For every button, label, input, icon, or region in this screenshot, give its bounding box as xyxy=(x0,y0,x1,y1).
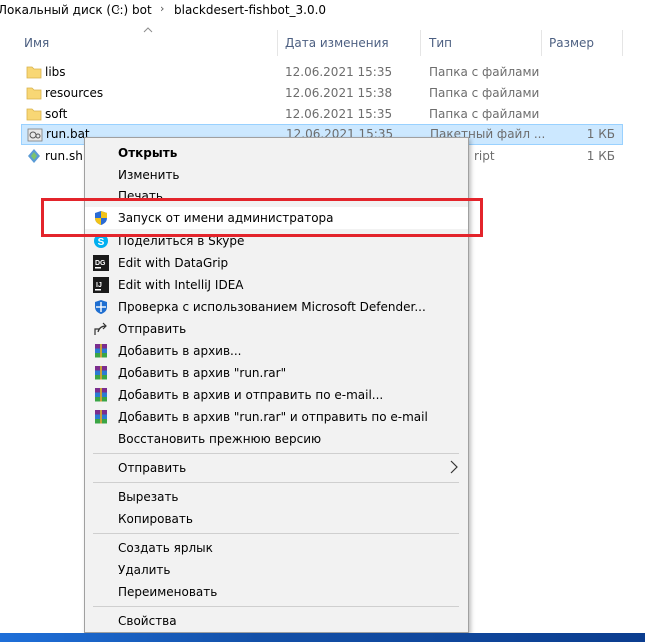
menu-item-properties[interactable]: Свойства xyxy=(85,610,468,632)
menu-separator xyxy=(93,533,459,534)
menu-item-label: Добавить в архив "run.rar" и отправить п… xyxy=(118,410,428,424)
chevron-right-icon[interactable]: › xyxy=(116,2,120,15)
menu-item-label: Открыть xyxy=(118,146,178,160)
menu-item-label: Отправить xyxy=(118,322,187,336)
file-size: 1 КБ xyxy=(586,149,615,163)
menu-item-edit[interactable]: Изменить xyxy=(85,164,468,186)
menu-item-send-to[interactable]: Отправить xyxy=(85,457,468,479)
file-type: Папка с файлами xyxy=(429,65,540,79)
file-type: Папка с файлами xyxy=(429,107,540,121)
menu-item-label: Edit with DataGrip xyxy=(118,256,229,270)
menu-item-create-shortcut[interactable]: Создать ярлык xyxy=(85,537,468,559)
file-date: 12.06.2021 15:38 xyxy=(285,86,393,100)
breadcrumb-item-drive[interactable]: Локальный диск (C:) xyxy=(0,3,128,17)
menu-item-label: Добавить в архив... xyxy=(118,344,242,358)
menu-item-open[interactable]: Открыть xyxy=(85,142,468,164)
folder-icon xyxy=(26,87,42,100)
menu-item-label: Свойства xyxy=(118,614,177,628)
menu-item-add-run-rar[interactable]: Добавить в архив "run.rar" xyxy=(85,362,468,384)
winrar-icon xyxy=(95,410,107,424)
file-date: 12.06.2021 15:35 xyxy=(285,65,393,79)
menu-item-label: Восстановить прежнюю версию xyxy=(118,432,322,446)
file-type: Папка с файлами xyxy=(429,86,540,100)
file-name: run.sh xyxy=(45,149,83,163)
column-header-name[interactable]: Имя xyxy=(24,36,49,50)
batch-file-icon xyxy=(27,128,43,142)
menu-item-rename[interactable]: Переименовать xyxy=(85,581,468,603)
share-icon xyxy=(94,322,107,335)
column-divider[interactable] xyxy=(622,30,623,56)
breadcrumb-item-bot[interactable]: bot xyxy=(132,3,152,17)
svg-text:DG: DG xyxy=(95,260,106,267)
menu-item-add-run-rar-email[interactable]: Добавить в архив "run.rar" и отправить п… xyxy=(85,406,468,428)
menu-item-label: Создать ярлык xyxy=(118,541,213,555)
menu-item-delete[interactable]: Удалить xyxy=(85,559,468,581)
file-name: resources xyxy=(45,86,104,100)
menu-item-intellij[interactable]: IJ Edit with IntelliJ IDEA xyxy=(85,274,468,296)
chevron-right-icon xyxy=(450,460,458,474)
menu-item-restore-version[interactable]: Восстановить прежнюю версию xyxy=(85,428,468,450)
chevron-right-icon[interactable]: › xyxy=(160,2,164,15)
breadcrumb-item-folder[interactable]: blackdesert-fishbot_3.0.0 xyxy=(174,3,326,17)
menu-item-share[interactable]: Отправить xyxy=(85,318,468,340)
file-row-soft[interactable]: soft 12.06.2021 15:35 Папка с файлами xyxy=(21,104,623,125)
column-divider[interactable] xyxy=(277,30,278,56)
menu-item-copy[interactable]: Копировать xyxy=(85,508,468,530)
menu-item-add-archive-email[interactable]: Добавить в архив и отправить по e-mail..… xyxy=(85,384,468,406)
shell-script-icon xyxy=(28,149,40,163)
menu-separator xyxy=(93,482,459,483)
breadcrumb: Локальный диск (C:) › bot › blackdesert-… xyxy=(0,0,645,22)
highlight-box xyxy=(41,198,483,237)
column-divider[interactable] xyxy=(541,30,542,56)
menu-item-label: Добавить в архив и отправить по e-mail..… xyxy=(118,388,384,402)
file-date: 12.06.2021 15:35 xyxy=(285,107,393,121)
folder-icon xyxy=(26,108,42,121)
menu-item-cut[interactable]: Вырезать xyxy=(85,486,468,508)
file-type: ript xyxy=(474,149,495,163)
intellij-icon: IJ xyxy=(93,277,109,293)
column-divider[interactable] xyxy=(420,30,421,56)
menu-item-label: Проверка с использованием Microsoft Defe… xyxy=(118,300,426,314)
menu-item-defender-scan[interactable]: Проверка с использованием Microsoft Defe… xyxy=(85,296,468,318)
menu-item-add-archive[interactable]: Добавить в архив... xyxy=(85,340,468,362)
menu-item-label: Добавить в архив "run.rar" xyxy=(118,366,287,380)
svg-text:S: S xyxy=(98,237,105,248)
winrar-icon xyxy=(95,344,107,358)
file-row-libs[interactable]: libs 12.06.2021 15:35 Папка с файлами xyxy=(21,62,623,83)
column-header-type[interactable]: Тип xyxy=(429,36,452,50)
menu-item-label: Копировать xyxy=(118,512,193,526)
menu-item-label: Вырезать xyxy=(118,490,179,504)
menu-item-label: Переименовать xyxy=(118,585,218,599)
menu-item-label: Отправить xyxy=(118,461,187,475)
taskbar xyxy=(0,633,645,642)
defender-icon xyxy=(95,300,107,314)
menu-item-label: Изменить xyxy=(118,168,180,182)
column-header-date[interactable]: Дата изменения xyxy=(285,36,389,50)
menu-item-label: Edit with IntelliJ IDEA xyxy=(118,278,244,292)
winrar-icon xyxy=(95,366,107,380)
file-row-resources[interactable]: resources 12.06.2021 15:38 Папка с файла… xyxy=(21,83,623,104)
datagrip-icon: DG xyxy=(93,255,109,271)
folder-icon xyxy=(26,66,42,79)
file-name: libs xyxy=(45,65,66,79)
menu-item-label: Удалить xyxy=(118,563,171,577)
menu-separator xyxy=(93,453,459,454)
sort-ascending-icon xyxy=(143,27,153,33)
menu-item-datagrip[interactable]: DG Edit with DataGrip xyxy=(85,252,468,274)
file-size: 1 КБ xyxy=(586,127,615,141)
winrar-icon xyxy=(95,388,107,402)
column-header-size[interactable]: Размер xyxy=(549,36,594,50)
menu-separator xyxy=(93,606,459,607)
svg-text:IJ: IJ xyxy=(96,282,102,289)
file-name: soft xyxy=(45,107,68,121)
